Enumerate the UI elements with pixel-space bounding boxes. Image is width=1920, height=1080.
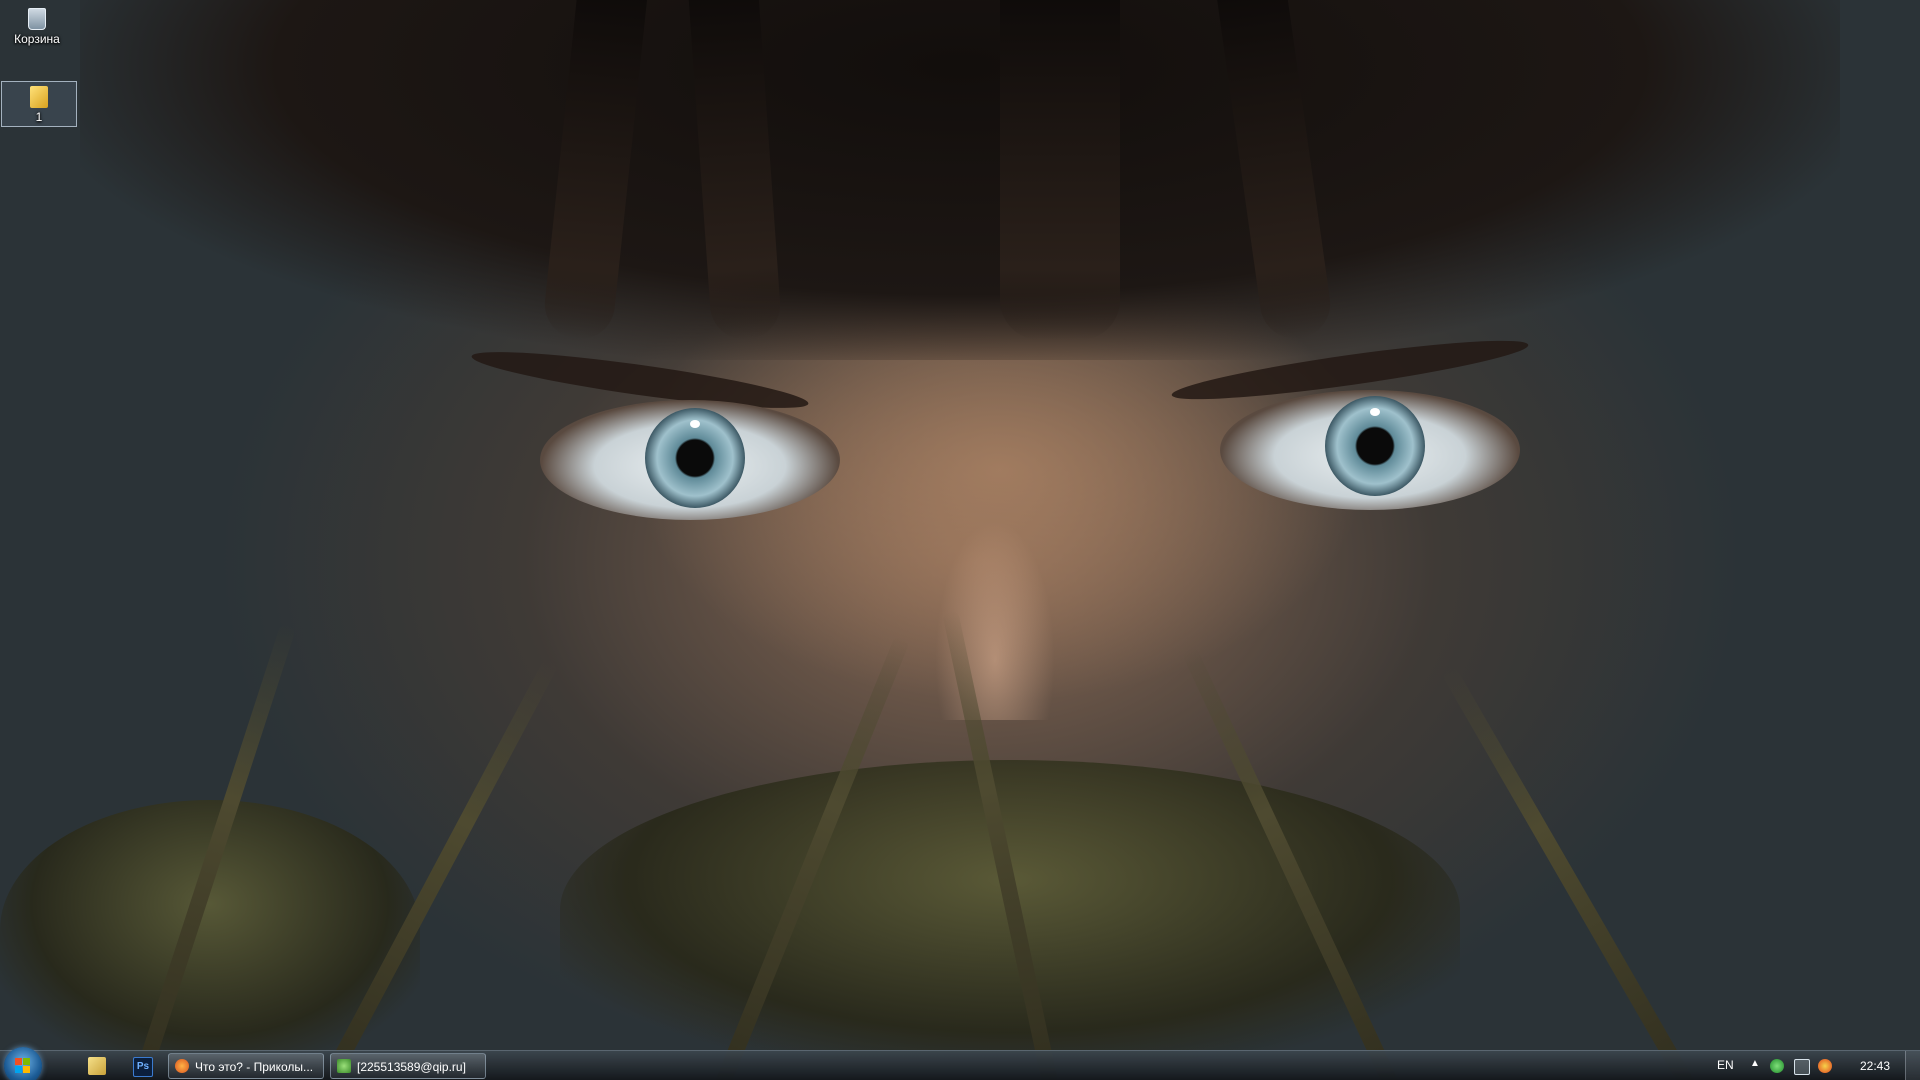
- start-button[interactable]: [4, 1047, 42, 1080]
- qip-icon: [337, 1059, 351, 1073]
- windows-start-icon: [15, 1058, 31, 1074]
- desktop-icon-recycle-bin[interactable]: Корзина: [0, 4, 74, 54]
- taskbar-button-label: [225513589@qip.ru]: [357, 1060, 466, 1074]
- wallpaper-hair-strand: [1000, 0, 1120, 340]
- language-indicator[interactable]: EN: [1717, 1058, 1734, 1072]
- taskbar: Ps Что это? - Приколы... [225513589@qip.…: [0, 1047, 1920, 1080]
- firefox-icon: [175, 1059, 189, 1073]
- wallpaper-feather: [1441, 665, 1715, 1080]
- tray-expand-icon[interactable]: ▲: [1750, 1058, 1760, 1069]
- explorer-icon[interactable]: [88, 1057, 106, 1075]
- photoshop-icon[interactable]: Ps: [133, 1057, 153, 1077]
- wallpaper-eye: [540, 400, 840, 520]
- wallpaper: [0, 0, 1920, 1080]
- desktop-icon-folder[interactable]: 1: [1, 81, 77, 127]
- recycle-bin-icon: [28, 8, 46, 30]
- wallpaper-hair: [80, 0, 1840, 360]
- network-icon[interactable]: [1794, 1059, 1810, 1075]
- wallpaper-eye: [1220, 390, 1520, 510]
- taskbar-button-browser[interactable]: Что это? - Приколы...: [168, 1053, 324, 1079]
- folder-icon: [30, 86, 48, 108]
- taskbar-button-label: Что это? - Приколы...: [195, 1060, 314, 1074]
- show-desktop-button[interactable]: [1905, 1051, 1920, 1080]
- clock[interactable]: 22:43: [1860, 1059, 1890, 1073]
- qip-tray-icon[interactable]: [1818, 1059, 1832, 1073]
- taskbar-button-qip[interactable]: [225513589@qip.ru]: [330, 1053, 486, 1079]
- network-status-icon[interactable]: [1770, 1059, 1784, 1073]
- desktop-icon-label: 1: [35, 110, 43, 124]
- desktop: Корзина 1 Ps Что это? - Приколы... [2255…: [0, 0, 1920, 1080]
- desktop-icon-label: Корзина: [14, 32, 60, 46]
